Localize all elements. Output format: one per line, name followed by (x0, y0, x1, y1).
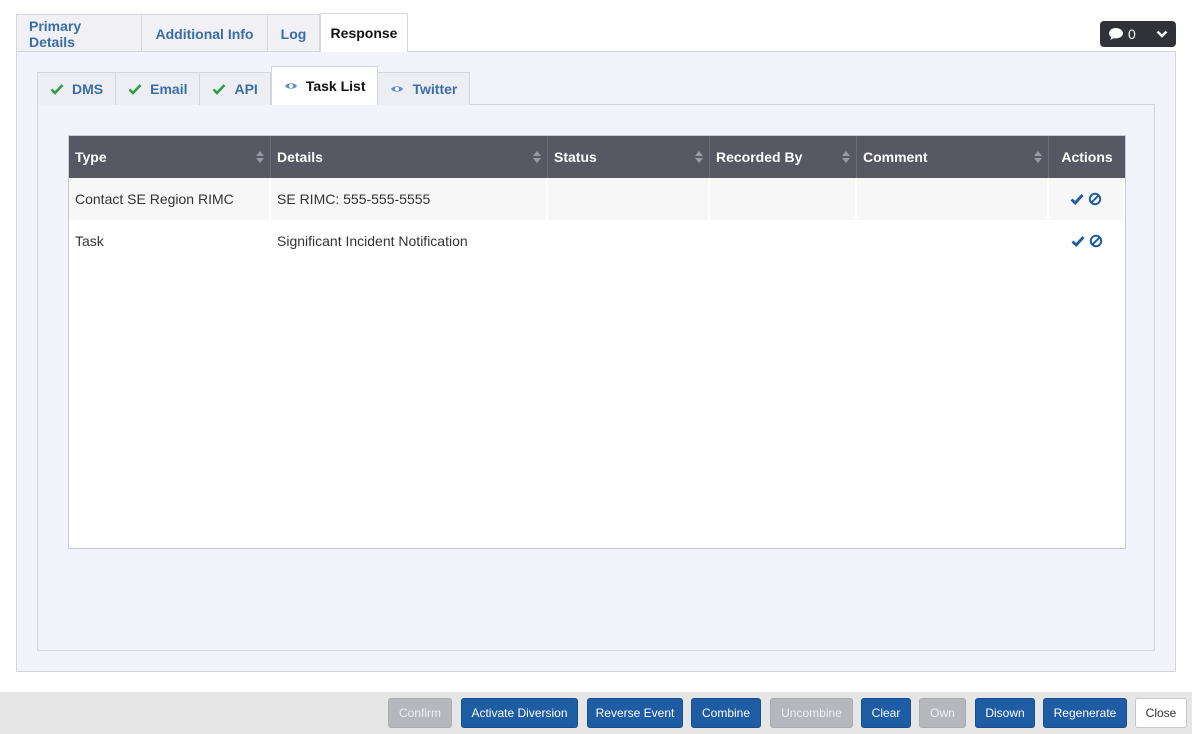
sort-icon (256, 151, 264, 163)
column-header-actions: Actions (1049, 136, 1125, 178)
cell-actions (1049, 220, 1125, 262)
cell-status (548, 178, 710, 220)
chevron-down-icon (1156, 30, 1168, 38)
reverse-event-button[interactable]: Reverse Event (587, 698, 683, 728)
subtab-label: Twitter (412, 81, 458, 97)
sort-icon (1034, 151, 1042, 163)
eye-icon (391, 86, 404, 92)
column-header-status[interactable]: Status (548, 136, 710, 178)
cell-status (548, 220, 710, 262)
cell-actions (1049, 178, 1125, 220)
cell-type: Contact SE Region RIMC (69, 178, 271, 220)
uncombine-button[interactable]: Uncombine (770, 698, 853, 728)
eye-icon (284, 83, 297, 89)
subtab-api[interactable]: API (200, 72, 271, 105)
header-label: Actions (1061, 149, 1113, 165)
header-label: Recorded By (716, 149, 803, 165)
confirm-button[interactable]: Confirm (388, 698, 452, 728)
cell-recorded-by (710, 220, 857, 262)
column-header-type[interactable]: Type (69, 136, 271, 178)
subtab-label: DMS (72, 81, 104, 97)
regenerate-button[interactable]: Regenerate (1043, 698, 1127, 728)
subtab-label: API (234, 81, 258, 97)
disown-button[interactable]: Disown (975, 698, 1035, 728)
tab-log[interactable]: Log (268, 14, 320, 52)
combine-button[interactable]: Combine (691, 698, 761, 728)
close-button[interactable]: Close (1135, 698, 1187, 728)
main-tabs: Primary Details Additional Info Log Resp… (16, 13, 408, 52)
cell-comment (857, 178, 1049, 220)
check-icon (213, 84, 226, 95)
subtab-label: Task List (305, 78, 366, 94)
comment-icon (1109, 28, 1123, 40)
header-label: Type (75, 149, 107, 165)
response-sub-tabs: DMS Email API Task List Twitter (37, 66, 471, 105)
comments-dropdown-button[interactable]: 0 (1100, 21, 1176, 47)
header-label: Details (277, 149, 323, 165)
cell-details: Significant Incident Notification (271, 220, 548, 262)
cell-recorded-by (710, 178, 857, 220)
subtab-twitter[interactable]: Twitter (378, 72, 471, 105)
header-label: Status (554, 149, 597, 165)
own-button[interactable]: Own (919, 698, 966, 728)
subtab-dms[interactable]: DMS (37, 72, 117, 105)
activate-diversion-button[interactable]: Activate Diversion (461, 698, 578, 728)
cell-comment (857, 220, 1049, 262)
check-icon (50, 84, 64, 95)
header-label: Comment (863, 149, 928, 165)
cell-type: Task (69, 220, 271, 262)
cancel-ban-icon[interactable] (1089, 234, 1103, 248)
check-icon (128, 84, 142, 95)
task-list-table: Type Details Status Recorded By Comment … (68, 135, 1126, 549)
tab-primary-details[interactable]: Primary Details (16, 14, 142, 52)
column-header-recorded-by[interactable]: Recorded By (710, 136, 857, 178)
cancel-ban-icon[interactable] (1088, 192, 1102, 206)
complete-check-icon[interactable] (1070, 192, 1084, 206)
column-header-details[interactable]: Details (271, 136, 548, 178)
table-row: Contact SE Region RIMC SE RIMC: 555-555-… (69, 178, 1125, 220)
column-header-comment[interactable]: Comment (857, 136, 1049, 178)
subtab-email[interactable]: Email (116, 72, 201, 105)
clear-button[interactable]: Clear (861, 698, 911, 728)
subtab-label: Email (150, 81, 188, 97)
comment-count: 0 (1128, 26, 1136, 42)
tab-response[interactable]: Response (320, 13, 408, 52)
tab-additional-info[interactable]: Additional Info (142, 14, 268, 52)
sort-icon (695, 151, 703, 163)
sort-icon (842, 151, 850, 163)
table-row: Task Significant Incident Notification (69, 220, 1125, 262)
cell-details: SE RIMC: 555-555-5555 (271, 178, 548, 220)
sort-icon (533, 151, 541, 163)
subtab-task-list[interactable]: Task List (270, 66, 379, 105)
complete-check-icon[interactable] (1071, 234, 1085, 248)
table-header: Type Details Status Recorded By Comment … (69, 136, 1125, 178)
